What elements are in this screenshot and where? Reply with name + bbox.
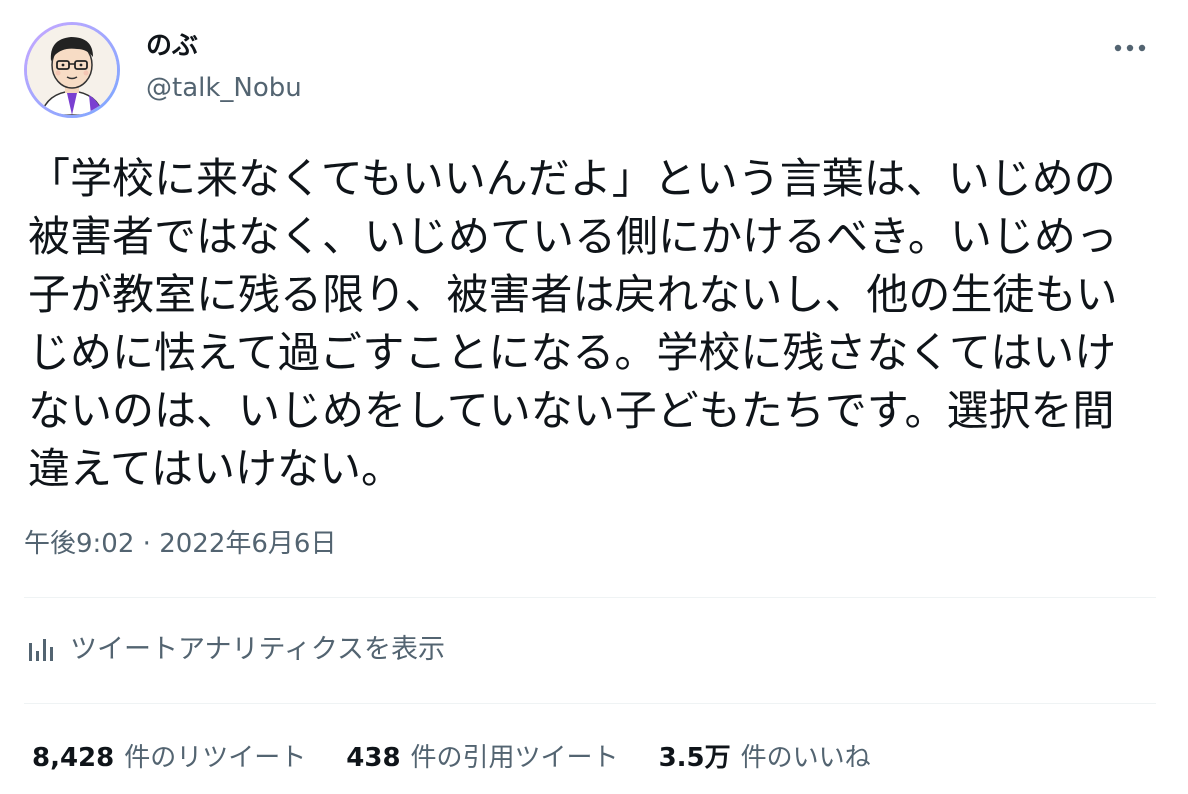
quote-tweet-count[interactable]: 438 件の引用ツイート: [346, 738, 618, 778]
more-horizontal-icon: [1114, 44, 1146, 52]
like-count[interactable]: 3.5万 件のいいね: [659, 738, 871, 778]
stat-value: 3.5万: [658, 743, 731, 773]
stat-label: 件のリツイート: [124, 743, 307, 773]
avatar[interactable]: [24, 22, 120, 118]
tweet-card: のぶ @talk_Nobu 「学校に来なくてもいいんだよ」という言葉は、いじめの…: [0, 0, 1188, 794]
stat-label: 件のいいね: [740, 743, 871, 773]
tweet-header: のぶ @talk_Nobu: [24, 22, 1164, 118]
divider: [24, 597, 1156, 598]
divider: [24, 703, 1156, 704]
tweet-date[interactable]: 2022年6月6日: [159, 529, 336, 559]
tweet-stats: 8,428 件のリツイート 438 件の引用ツイート 3.5万 件のいいね: [32, 738, 911, 778]
tweet-text: 「学校に来なくてもいいんだよ」という言葉は、いじめの被害者ではなく、いじめている…: [28, 154, 1118, 493]
stat-label: 件の引用ツイート: [410, 743, 619, 773]
analytics-label: ツイートアナリティクスを表示: [70, 634, 446, 665]
user-names: のぶ @talk_Nobu: [146, 30, 302, 108]
more-button[interactable]: [1108, 26, 1152, 70]
stat-value: 438: [346, 743, 401, 773]
avatar-illustration: [27, 25, 117, 115]
stat-value: 8,428: [32, 743, 115, 773]
bar-chart-icon: [24, 633, 58, 667]
user-handle[interactable]: @talk_Nobu: [146, 68, 302, 108]
avatar-icon: [27, 25, 117, 115]
retweet-count[interactable]: 8,428 件のリツイート: [32, 738, 306, 778]
analytics-link[interactable]: ツイートアナリティクスを表示: [24, 630, 445, 670]
meta-separator: ·: [142, 529, 151, 559]
tweet-time[interactable]: 午後9:02: [24, 529, 134, 559]
tweet-timestamp: 午後9:02 · 2022年6月6日: [24, 524, 336, 564]
display-name[interactable]: のぶ: [146, 30, 302, 62]
